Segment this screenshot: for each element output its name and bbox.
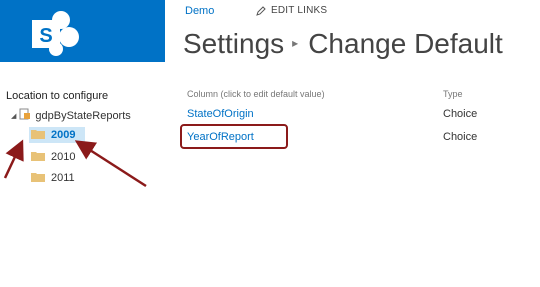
annotation-arrow-right — [74, 140, 147, 188]
annotation-arrow-left — [3, 139, 24, 179]
annotation-arrows — [3, 139, 147, 188]
